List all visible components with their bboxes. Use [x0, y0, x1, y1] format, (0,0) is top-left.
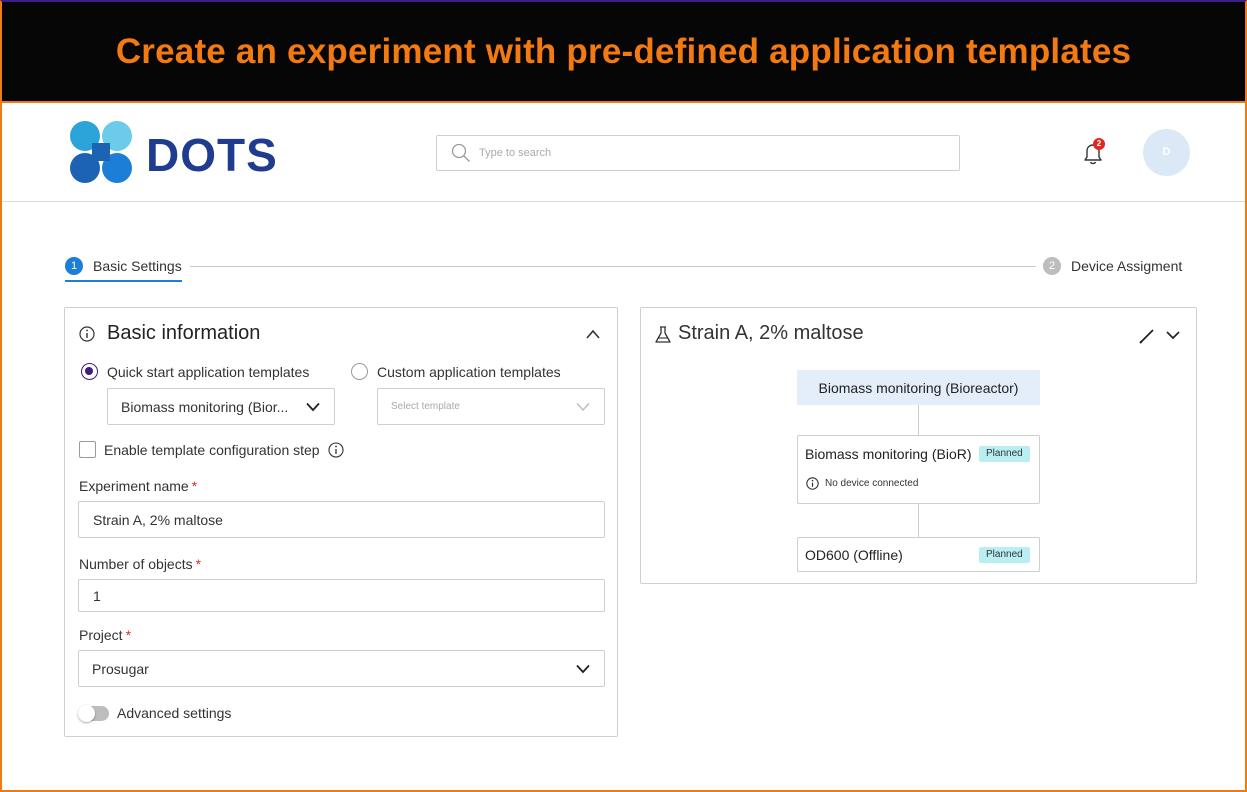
chevron-up-icon[interactable]: [585, 328, 601, 340]
app-page: DOTS 2 D 1 Basic Settings 2 Device Assig…: [0, 103, 1247, 792]
radio-quick-start[interactable]: Quick start application templates: [81, 363, 309, 380]
pencil-icon[interactable]: [1138, 327, 1156, 345]
step-device-assignment[interactable]: 2 Device Assigment: [1043, 257, 1182, 275]
stepper-connector: [190, 266, 1036, 267]
step-basic-settings[interactable]: 1 Basic Settings: [65, 257, 182, 275]
chevron-down-icon: [576, 664, 590, 673]
notifications-button[interactable]: 2: [1080, 138, 1106, 168]
radio-custom-label: Custom application templates: [377, 363, 561, 380]
chevron-down-icon: [576, 402, 590, 411]
custom-template-select[interactable]: Select template: [377, 388, 605, 425]
project-label: Project *: [79, 627, 132, 643]
basic-information-header: Basic information: [79, 322, 260, 345]
enable-config-label: Enable template configuration step: [104, 441, 320, 458]
active-step-underline: [65, 280, 182, 282]
step-1-label: Basic Settings: [93, 258, 182, 274]
flow-connector: [918, 405, 919, 435]
experiment-preview-card: Strain A, 2% maltose Biomass monitoring …: [640, 307, 1197, 584]
required-mark: *: [195, 556, 202, 572]
advanced-settings-row: Advanced settings: [78, 704, 232, 722]
flask-icon: [655, 326, 671, 343]
info-icon: [79, 325, 95, 342]
step-1-number: 1: [65, 257, 83, 275]
preview-title: Strain A, 2% maltose: [678, 322, 864, 344]
custom-template-placeholder: Select template: [391, 401, 460, 412]
experiment-name-label: Experiment name *: [79, 478, 198, 494]
radio-custom-control[interactable]: [351, 363, 368, 380]
dots-logo-icon: [70, 121, 132, 183]
notification-count-badge: 2: [1093, 138, 1105, 150]
number-of-objects-input[interactable]: 1: [78, 579, 605, 612]
search-input[interactable]: [479, 147, 939, 159]
step-2-label: Device Assigment: [1071, 258, 1183, 274]
top-header: DOTS 2 D: [2, 103, 1245, 202]
basic-information-title: Basic information: [107, 322, 261, 344]
banner-title: Create an experiment with pre-defined ap…: [115, 32, 1132, 71]
advanced-settings-label: Advanced settings: [117, 705, 232, 721]
search-icon: [451, 143, 470, 162]
dots-logo[interactable]: DOTS: [68, 119, 318, 185]
quick-template-value: Biomass monitoring (Bior...: [121, 398, 289, 415]
info-icon[interactable]: [328, 441, 344, 458]
step-2-number: 2: [1043, 257, 1061, 275]
status-badge: Planned: [979, 446, 1030, 462]
status-badge: Planned: [979, 547, 1030, 563]
advanced-settings-toggle[interactable]: [78, 704, 109, 722]
radio-custom[interactable]: Custom application templates: [351, 363, 561, 380]
info-icon: [806, 477, 819, 490]
node-title: Biomass monitoring (BioR): [805, 446, 972, 462]
flow-root-step[interactable]: Biomass monitoring (Bioreactor): [797, 370, 1040, 405]
enable-config-row: Enable template configuration step: [79, 441, 344, 458]
enable-config-checkbox[interactable]: [79, 441, 96, 458]
experiment-name-input[interactable]: Strain A, 2% maltose: [78, 501, 605, 538]
flow-connector: [918, 504, 919, 537]
device-status-text: No device connected: [825, 478, 919, 489]
chevron-down-icon[interactable]: [1166, 330, 1180, 340]
search-bar[interactable]: [436, 135, 960, 171]
required-mark: *: [125, 627, 132, 643]
project-select[interactable]: Prosugar: [78, 650, 605, 687]
node-title: OD600 (Offline): [805, 547, 903, 563]
radio-quick-start-label: Quick start application templates: [107, 363, 310, 380]
device-status: No device connected: [806, 477, 918, 490]
basic-information-card: Basic information Quick start applicatio…: [64, 307, 618, 737]
flow-node-biomass[interactable]: Biomass monitoring (BioR) Planned No dev…: [797, 435, 1040, 504]
title-banner: Create an experiment with pre-defined ap…: [0, 0, 1247, 103]
chevron-down-icon: [306, 402, 320, 411]
number-of-objects-label: Number of objects *: [79, 556, 202, 572]
flow-node-od600[interactable]: OD600 (Offline) Planned: [797, 537, 1040, 572]
quick-template-select[interactable]: Biomass monitoring (Bior...: [107, 388, 335, 425]
logo-wordmark: DOTS: [146, 129, 278, 181]
required-mark: *: [191, 478, 198, 494]
user-avatar[interactable]: D: [1143, 129, 1190, 176]
project-value: Prosugar: [92, 660, 149, 677]
radio-quick-start-control[interactable]: [81, 363, 98, 380]
